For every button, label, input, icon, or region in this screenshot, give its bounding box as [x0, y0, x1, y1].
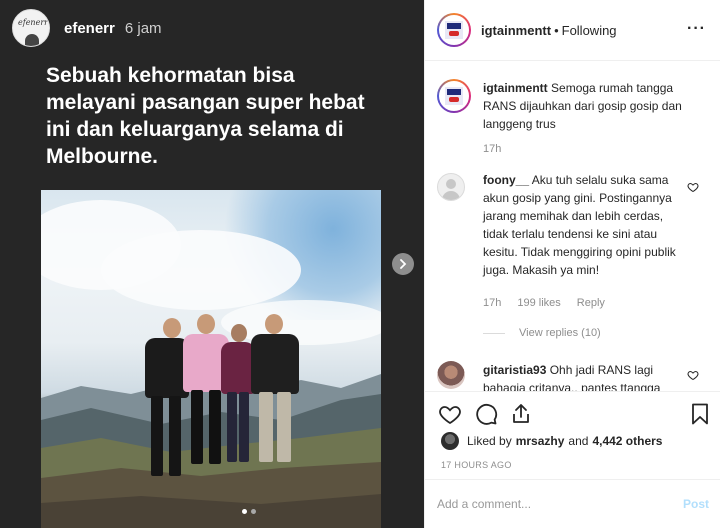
- post-header: igtainmentt • Following ···: [425, 0, 720, 61]
- cloud: [101, 230, 301, 310]
- comment-time: 17h: [483, 297, 502, 309]
- author-username[interactable]: igtainmentt: [481, 23, 551, 38]
- reply-button[interactable]: Reply: [577, 297, 605, 309]
- likes-conjunction: and: [568, 434, 589, 448]
- more-options-icon[interactable]: ···: [687, 20, 706, 38]
- comment-username[interactable]: gitaristia93: [483, 363, 546, 377]
- comment-meta: 17h: [483, 143, 501, 155]
- post-timestamp[interactable]: 17 HOURS AGO: [441, 460, 512, 470]
- comment-item: gitaristia93 Ohh jadi RANS lagi bahagia …: [437, 361, 709, 391]
- story-avatar[interactable]: efenerr: [12, 9, 50, 47]
- likes-summary: Liked by mrsazhy and 4,442 others: [441, 432, 666, 450]
- liker-username[interactable]: mrsazhy: [516, 434, 565, 448]
- carousel-dot-active: [242, 509, 247, 514]
- comment-meta: 17h 199 likes Reply: [483, 297, 605, 309]
- comment-text: Aku tuh selalu suka sama akun gosip yang…: [483, 173, 676, 277]
- comment-avatar[interactable]: [437, 173, 465, 201]
- view-replies-button[interactable]: View replies (10): [483, 327, 601, 339]
- post-panel: igtainmentt • Following ··· igtainmentt …: [424, 0, 720, 528]
- add-comment-bar: Post: [425, 479, 720, 528]
- igtainment-logo-icon: [445, 21, 463, 39]
- story-username[interactable]: efenerr: [64, 20, 115, 37]
- view-replies-label: View replies (10): [519, 327, 601, 339]
- carousel-indicator: [242, 509, 256, 514]
- bookmark-icon[interactable]: [688, 402, 712, 426]
- comments-list: igtainmentt Semoga rumah tangga RANS dij…: [425, 61, 720, 391]
- story-time: 6 jam: [124, 19, 162, 37]
- comment-item: foony__ Aku tuh selalu suka sama akun go…: [437, 173, 709, 309]
- liker-avatar[interactable]: [441, 432, 459, 450]
- share-icon[interactable]: [509, 402, 533, 426]
- header-separator: •: [554, 22, 559, 38]
- like-comment-heart-icon[interactable]: [687, 181, 699, 193]
- comment-input[interactable]: [437, 497, 683, 511]
- group-photo: [41, 190, 381, 528]
- comment-likes[interactable]: 199 likes: [517, 297, 560, 309]
- likes-prefix: Liked by: [467, 434, 512, 448]
- comment-time: 17h: [483, 143, 502, 155]
- like-comment-heart-icon[interactable]: [687, 369, 699, 381]
- follow-status[interactable]: Following: [562, 23, 617, 38]
- likes-others[interactable]: 4,442 others: [592, 434, 662, 448]
- action-bar: [425, 391, 720, 436]
- heart-icon[interactable]: [438, 402, 462, 426]
- igtainment-logo-icon: [445, 87, 463, 105]
- story-header: efenerr efenerr 6 jam: [12, 8, 162, 48]
- post-comment-button[interactable]: Post: [683, 497, 709, 511]
- comment-username[interactable]: foony__: [483, 173, 529, 187]
- comment-avatar[interactable]: [437, 361, 465, 389]
- caption-comment: igtainmentt Semoga rumah tangga RANS dij…: [437, 79, 709, 155]
- comment-username[interactable]: igtainmentt: [483, 81, 548, 95]
- chevron-right-icon: [400, 259, 407, 269]
- author-avatar[interactable]: [437, 13, 471, 47]
- comment-avatar[interactable]: [437, 79, 471, 113]
- story-caption: Sebuah kehormatan bisa melayani pasangan…: [46, 64, 365, 168]
- avatar-figure: [25, 34, 39, 46]
- post-media: efenerr efenerr 6 jam Sebuah kehormatan …: [0, 0, 424, 528]
- carousel-dot: [251, 509, 256, 514]
- next-image-button[interactable]: [392, 253, 414, 275]
- comment-icon[interactable]: [474, 402, 498, 426]
- avatar-logo-text: efenerr: [18, 18, 48, 27]
- replies-divider: [483, 332, 505, 334]
